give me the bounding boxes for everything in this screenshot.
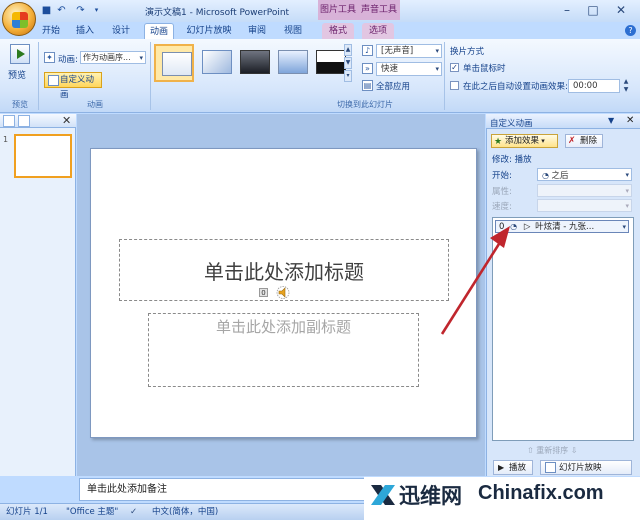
gallery-scroll-up-icon[interactable]: ▲ [344,44,352,56]
window-title: 演示文稿1 - Microsoft PowerPoint [145,8,290,18]
tab-design[interactable]: 设计 [108,23,134,39]
animate-label: 动画: [58,55,78,65]
close-pane-icon[interactable]: ✕ [62,114,71,127]
gallery-scroll-down-icon[interactable]: ▼ [344,57,352,69]
tab-review[interactable]: 审阅 [244,23,270,39]
transition-sound-select[interactable]: [无声音] ▾ [376,44,442,58]
status-theme: "Office 主题" [66,507,119,517]
tab-insert[interactable]: 插入 [72,23,98,39]
animation-order-tag: 0 [259,288,268,297]
close-icon[interactable]: ✕ [610,2,632,19]
start-select[interactable]: ◔ 之后 ▾ [537,168,632,181]
add-effect-button[interactable]: ★ 添加效果 ▾ [491,134,558,148]
minimize-icon[interactable]: – [556,2,578,19]
status-slide-info: 幻灯片 1/1 [6,507,48,517]
office-logo-icon [12,12,28,28]
spellcheck-icon[interactable]: ✓ [130,504,137,520]
redo-icon[interactable]: ↷ [74,4,87,17]
task-pane-title: 自定义动画 [490,119,533,129]
tab-options[interactable]: 选项 [362,23,394,39]
property-label: 属性: [492,187,512,197]
group-separator [444,42,445,110]
play-button[interactable]: ▶ 播放 [493,460,533,475]
tab-slideshow[interactable]: 幻灯片放映 [182,23,236,39]
task-pane-close-icon[interactable]: ✕ [626,115,634,126]
help-icon[interactable]: ? [625,25,636,36]
task-pane-menu-icon[interactable]: ▼ [608,116,614,125]
tab-view[interactable]: 视图 [280,23,306,39]
gallery-more-icon[interactable]: ▾ [344,70,352,82]
context-tab-picture-tools: 图片工具 [318,0,358,20]
tab-format[interactable]: 格式 [322,23,354,39]
slide-thumbnail[interactable] [14,134,72,178]
watermark-en: Chinafix.com [478,482,604,504]
slides-tab-icon[interactable] [3,115,15,127]
reorder-control[interactable]: ⇧ 重新排序 ⇩ [527,445,578,456]
annotation-arrow-icon [440,226,510,335]
office-button[interactable] [2,2,36,36]
context-tab-sound-tools: 声音工具 [358,0,400,20]
animate-select[interactable]: 作为动画序... ▾ [80,51,146,64]
animation-group-label: 动画 [87,100,103,109]
time-spinner-icon[interactable]: ▲ ▼ [622,78,630,94]
outline-tab-icon[interactable] [18,115,30,127]
on-click-label: 单击鼠标时 [463,64,506,74]
preview-group-label: 预览 [12,100,28,109]
item-dropdown-icon[interactable]: ▾ [622,221,626,233]
custom-animation-button[interactable]: 自定义动画 [44,72,102,100]
play-icon: ▶ [498,463,505,472]
watermark-logo [371,485,395,505]
undo-icon[interactable]: ↶ [55,4,68,17]
remove-icon: ✗ [568,136,576,146]
speed-label: 速度: [492,202,512,212]
transition-none[interactable] [154,44,194,82]
qat-dropdown-icon[interactable]: ▾ [90,4,103,17]
speed-select[interactable]: ▾ [537,199,632,212]
tab-home[interactable]: 开始 [38,23,64,39]
title-placeholder-text: 单击此处添加标题 [204,260,364,284]
modify-label: 修改: 播放 [492,155,532,165]
add-effect-icon: ★ [494,137,503,147]
apply-all-button[interactable]: 全部应用 [376,80,410,92]
apply-all-icon: ▤ [362,80,373,91]
auto-advance-time-input[interactable]: 00:00 [568,79,620,93]
status-language: 中文(简体，中国) [152,507,219,517]
group-separator [150,42,151,110]
slide-number: 1 [3,135,9,144]
transition-group-label: 切换到此幻灯片 [337,100,393,109]
preview-icon[interactable] [10,44,30,64]
speaker-icon[interactable] [276,286,290,299]
auto-advance-checkbox[interactable] [450,81,459,90]
slideshow-button[interactable]: 幻灯片放映 [540,460,632,475]
slideshow-icon [545,462,556,473]
subtitle-placeholder-text: 单击此处添加副标题 [215,318,351,336]
advance-header: 换片方式 [450,47,485,57]
save-icon[interactable]: ■ [40,4,53,17]
transition-fade-black[interactable] [234,44,274,82]
auto-advance-label: 在此之后自动设置动画效果: [463,82,568,92]
property-select[interactable]: ▾ [537,184,632,197]
notes-input[interactable]: 单击此处添加备注 [79,478,369,501]
custom-animation-icon [48,75,59,86]
animate-icon: ✦ [44,52,55,63]
transition-fade-smoothly[interactable] [196,44,236,82]
restore-icon[interactable]: □ [582,2,604,19]
watermark-cn: 迅维网 [399,484,462,508]
sound-icon: ♪ [362,45,373,56]
transition-cut[interactable] [272,44,312,82]
preview-button-label[interactable]: 预览 [8,68,26,81]
on-click-checkbox[interactable]: ✓ [450,63,459,72]
remove-effect-button[interactable]: ✗ 删除 [565,134,603,148]
start-label: 开始: [492,171,512,181]
transition-speed-select[interactable]: 快速 ▾ [376,62,442,76]
tab-animations[interactable]: 动画 [144,23,174,39]
play-effect-icon: ▷ [523,222,531,232]
group-separator [38,42,39,110]
speed-icon: » [362,63,373,74]
